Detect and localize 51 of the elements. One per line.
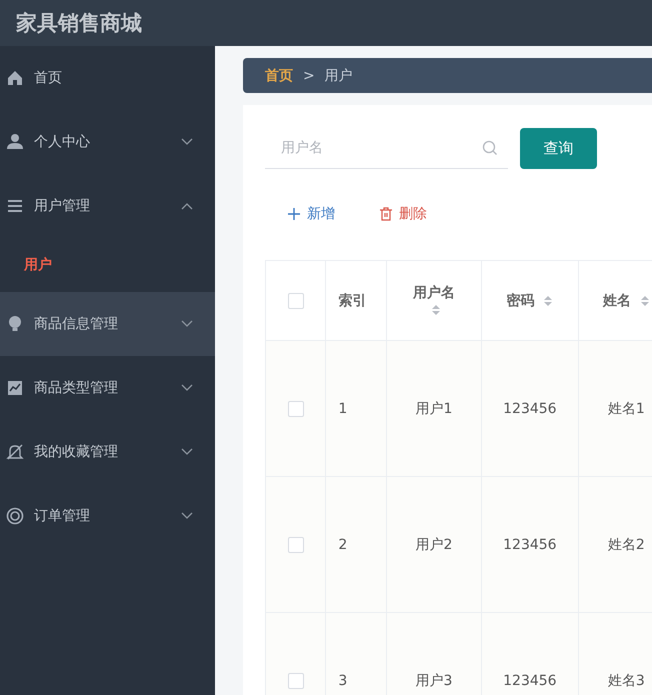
app-title: 家具销售商城	[16, 10, 142, 37]
table-cell: 123456	[482, 340, 578, 476]
chart-icon	[6, 379, 24, 397]
row-checkbox[interactable]	[288, 536, 304, 553]
sort-icon	[543, 294, 554, 308]
row-checkbox[interactable]	[288, 672, 304, 689]
sidebar-item[interactable]: 订单管理	[0, 484, 215, 548]
sidebar-item[interactable]: 商品类型管理	[0, 356, 215, 420]
bell-icon	[6, 443, 24, 461]
table-cell: 123456	[482, 476, 578, 612]
list-icon	[6, 197, 24, 215]
breadcrumb-separator: >	[303, 68, 315, 84]
home-icon	[6, 69, 24, 87]
trash-icon	[379, 207, 393, 221]
sidebar-item[interactable]: 个人中心	[0, 110, 215, 174]
plus-icon	[287, 207, 301, 221]
table-cell: 用户3	[386, 612, 482, 695]
row-checkbox[interactable]	[288, 400, 304, 417]
table-cell: 姓名3	[578, 612, 652, 695]
table-cell: 姓名1	[578, 340, 652, 476]
chevron-down-icon	[181, 448, 193, 456]
user-icon	[6, 133, 24, 151]
search-icon	[482, 140, 498, 156]
delete-button[interactable]: 删除	[379, 205, 427, 223]
table-cell: 123456	[482, 612, 578, 695]
table-cell: 3	[326, 612, 386, 695]
sidebar-item[interactable]: 用户管理	[0, 174, 215, 238]
breadcrumb-link[interactable]: 首页	[265, 66, 293, 84]
sidebar-item[interactable]: 我的收藏管理	[0, 420, 215, 484]
chevron-down-icon	[181, 320, 193, 328]
submenu-item[interactable]: 用户	[0, 238, 215, 292]
table-cell: 用户1	[386, 340, 482, 476]
chevron-down-icon	[181, 384, 193, 392]
sidebar-item[interactable]: 首页	[0, 46, 215, 110]
ring-icon	[6, 507, 24, 525]
bulb-icon	[6, 315, 24, 333]
chevron-down-icon	[181, 512, 193, 520]
chevron-up-icon	[181, 202, 193, 210]
search-field[interactable]: 用户名	[265, 128, 508, 169]
chevron-down-icon	[181, 138, 193, 146]
sidebar-item[interactable]: 商品信息管理	[0, 292, 215, 356]
table-cell: 1	[326, 340, 386, 476]
sort-icon	[430, 302, 441, 317]
table-cell: 姓名2	[578, 476, 652, 612]
table-cell: 用户2	[386, 476, 482, 612]
table-cell: 2	[326, 476, 386, 612]
breadcrumb-link[interactable]: 用户	[324, 66, 353, 84]
sort-icon	[640, 294, 650, 308]
search-button[interactable]: 查询	[520, 128, 597, 169]
add-button[interactable]: 新增	[287, 205, 335, 223]
select-all-checkbox[interactable]	[288, 292, 304, 309]
